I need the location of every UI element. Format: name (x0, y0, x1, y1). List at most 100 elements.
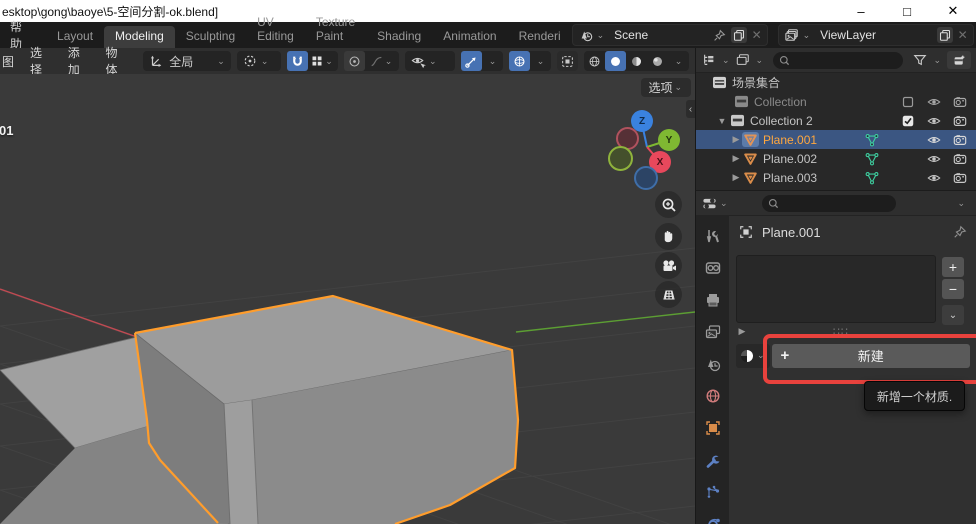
browse-material-button[interactable]: ⌄ (736, 344, 770, 368)
snap-toggle-magnet[interactable] (287, 51, 308, 71)
orthographic-grid-button[interactable] (655, 281, 682, 308)
pin-id-icon[interactable] (951, 223, 969, 241)
hide-eye-icon[interactable] (925, 112, 943, 130)
scene-name[interactable]: Scene (606, 28, 656, 42)
tab-texture-paint[interactable]: Texture Paint (305, 12, 366, 48)
disable-render-camera-icon[interactable] (951, 112, 969, 130)
add-material-slot-button[interactable]: + (942, 257, 964, 277)
tab-modifiers[interactable] (704, 451, 722, 469)
hide-eye-icon[interactable] (925, 169, 943, 187)
new-viewlayer-button[interactable] (937, 27, 953, 43)
display-mode-icon[interactable] (734, 51, 752, 69)
tab-physics[interactable] (704, 515, 722, 524)
collapse-triangle-open[interactable]: ▼ (716, 116, 728, 126)
scene-browse-chevron[interactable]: ⌄ (595, 30, 607, 41)
select-menu[interactable]: 选择 (22, 44, 60, 78)
shading-wireframe-button[interactable] (584, 51, 605, 71)
new-collection-button[interactable] (947, 51, 971, 69)
tab-view-layer[interactable] (704, 323, 722, 341)
zoom-button[interactable] (655, 191, 682, 218)
xray-toggle[interactable] (557, 51, 578, 71)
properties-search-input[interactable] (762, 195, 896, 212)
mesh-data-icon[interactable] (863, 169, 881, 187)
pivot-point-dropdown[interactable]: ⌄ (237, 51, 281, 71)
breadcrumb-object-name[interactable]: Plane.001 (755, 225, 821, 240)
shading-solid-button[interactable] (605, 51, 626, 71)
options-dropdown-button[interactable]: 选项 ⌄ (641, 78, 691, 97)
shading-material-button[interactable] (626, 51, 647, 71)
resize-grip[interactable]: ∷∷ (748, 325, 934, 338)
tab-animation[interactable]: Animation (432, 26, 507, 48)
hide-eye-icon[interactable] (925, 93, 943, 111)
row-collection-1[interactable]: Collection (696, 92, 976, 111)
hide-eye-icon[interactable] (925, 131, 943, 149)
disable-render-camera-icon[interactable] (951, 150, 969, 168)
viewlayer-browse-chevron[interactable]: ⌄ (801, 30, 813, 41)
filter-chevron[interactable]: ⌄ (931, 55, 943, 66)
scene-selector[interactable]: ⌄ Scene ✕ (572, 24, 768, 46)
disable-render-camera-icon[interactable] (951, 93, 969, 111)
remove-viewlayer-icon[interactable]: ✕ (955, 28, 971, 42)
proportional-falloff-dropdown[interactable]: ⌄ (365, 51, 399, 71)
expand-triangle[interactable]: ▶ (730, 134, 742, 145)
navigation-gizmo[interactable]: Z Y X (605, 104, 685, 194)
unlink-scene-icon[interactable]: ✕ (749, 28, 765, 42)
tab-uv-editing[interactable]: UV Editing (246, 12, 305, 48)
filter-icon[interactable] (911, 51, 929, 69)
tab-object[interactable] (704, 419, 722, 437)
new-material-button[interactable]: + 新建 (772, 344, 970, 368)
pin-icon[interactable] (711, 26, 729, 44)
gizmos-toggle[interactable] (461, 51, 482, 71)
proportional-edit-toggle[interactable] (344, 51, 365, 71)
disable-render-camera-icon[interactable] (951, 131, 969, 149)
disable-render-camera-icon[interactable] (951, 169, 969, 187)
row-collection-2[interactable]: ▼ Collection 2 (696, 111, 976, 130)
row-scene-collection[interactable]: 场景集合 (696, 73, 976, 92)
new-scene-button[interactable] (731, 27, 747, 43)
row-plane-003[interactable]: ▶ Plane.003 (696, 168, 976, 187)
sidebar-collapse-arrow[interactable]: ‹ (686, 100, 695, 118)
expand-triangle[interactable]: ▶ (730, 153, 742, 164)
tab-particles[interactable] (704, 483, 722, 501)
hide-eye-icon[interactable] (925, 150, 943, 168)
material-slot-specials-button[interactable]: ⌄ (942, 305, 964, 325)
row-plane-002[interactable]: ▶ Plane.002 (696, 149, 976, 168)
maximize-button[interactable]: □ (884, 0, 930, 22)
material-slots-list[interactable] (736, 255, 936, 323)
exclude-checkbox-checked[interactable] (899, 112, 917, 130)
tab-rendering[interactable]: Renderi (508, 26, 572, 48)
view-menu[interactable]: 图 (0, 53, 22, 70)
shading-rendered-button[interactable] (647, 51, 668, 71)
camera-view-button[interactable] (655, 252, 682, 279)
tab-output[interactable] (704, 291, 722, 309)
viewlayer-name[interactable]: ViewLayer (812, 28, 884, 42)
tab-world[interactable] (704, 387, 722, 405)
mesh-data-icon[interactable] (863, 150, 881, 168)
expand-triangle[interactable]: ▶ (730, 172, 742, 183)
3d-viewport[interactable]: 01 选项 ⌄ ‹ Z Y X (0, 74, 695, 524)
properties-editor-type-icon[interactable] (700, 194, 718, 212)
properties-options-chevron[interactable]: ⌄ (955, 198, 973, 209)
row-plane-001[interactable]: ▶ Plane.001 (696, 130, 976, 149)
overlays-dropdown[interactable]: ⌄ (530, 51, 551, 71)
tab-sculpting[interactable]: Sculpting (175, 26, 246, 48)
close-button[interactable]: ✕ (930, 0, 976, 22)
shading-dropdown[interactable]: ⌄ (668, 51, 689, 71)
gizmo-minus-y-axis[interactable] (608, 146, 633, 171)
outliner-search-input[interactable] (773, 52, 903, 69)
remove-material-slot-button[interactable]: − (942, 279, 964, 299)
display-mode-chevron[interactable]: ⌄ (754, 55, 766, 66)
pan-hand-button[interactable] (655, 223, 682, 250)
add-menu[interactable]: 添加 (60, 44, 98, 78)
tab-shading[interactable]: Shading (366, 26, 432, 48)
minimize-button[interactable]: – (838, 0, 884, 22)
tab-render[interactable] (704, 259, 722, 277)
outliner-type-chevron[interactable]: ⌄ (720, 55, 732, 66)
gizmo-minus-z-axis[interactable] (634, 166, 658, 190)
viewlayer-selector[interactable]: ⌄ ViewLayer ✕ (778, 24, 974, 46)
object-menu[interactable]: 物体 (97, 44, 135, 78)
mesh-data-icon[interactable] (863, 131, 881, 149)
transform-orientation-dropdown[interactable]: 全局 ⌄ (143, 51, 231, 71)
tab-scene[interactable] (704, 355, 722, 373)
properties-type-chevron[interactable]: ⌄ (718, 198, 730, 209)
